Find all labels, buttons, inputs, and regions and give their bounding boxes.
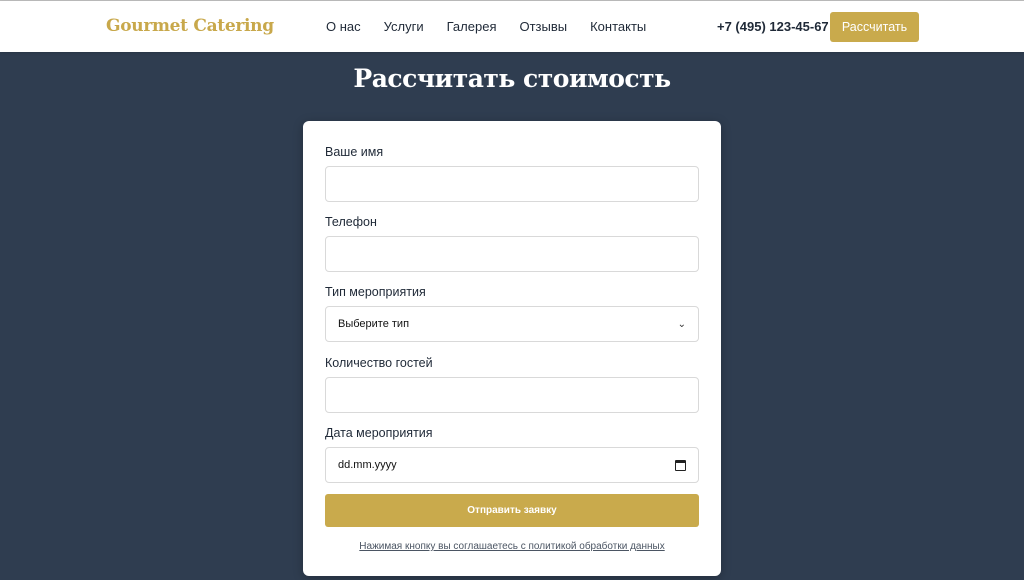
event-type-label: Тип мероприятия bbox=[325, 285, 426, 299]
logo[interactable]: Gourmet Catering bbox=[106, 16, 274, 36]
event-type-select[interactable]: Выберите тип ⌄ bbox=[325, 306, 699, 342]
submit-button[interactable]: Отправить заявку bbox=[325, 494, 699, 527]
guests-label: Количество гостей bbox=[325, 356, 433, 370]
phone-label: Телефон bbox=[325, 215, 377, 229]
page-title: Рассчитать стоимость bbox=[353, 64, 671, 93]
nav-item-contacts[interactable]: Контакты bbox=[590, 19, 646, 34]
nav-item-services[interactable]: Услуги bbox=[384, 19, 424, 34]
phone-link[interactable]: +7 (495) 123-45-67 bbox=[717, 19, 829, 34]
chevron-down-icon: ⌄ bbox=[677, 318, 686, 330]
privacy-policy-link[interactable]: Нажимая кнопку вы соглашаетесь с политик… bbox=[303, 541, 721, 552]
name-label: Ваше имя bbox=[325, 145, 384, 159]
date-placeholder: dd.mm.yyyy bbox=[338, 459, 397, 471]
nav-item-gallery[interactable]: Галерея bbox=[447, 19, 497, 34]
calendar-icon[interactable] bbox=[675, 459, 686, 471]
name-input[interactable] bbox=[325, 166, 699, 202]
date-input[interactable]: dd.mm.yyyy bbox=[325, 447, 699, 483]
nav-item-reviews[interactable]: Отзывы bbox=[519, 19, 567, 34]
nav-item-about[interactable]: О нас bbox=[326, 19, 361, 34]
calculate-button[interactable]: Рассчитать bbox=[830, 12, 919, 42]
phone-input[interactable] bbox=[325, 236, 699, 272]
main-nav: О нас Услуги Галерея Отзывы Контакты bbox=[326, 19, 669, 34]
site-header: Gourmet Catering О нас Услуги Галерея От… bbox=[0, 1, 1024, 52]
calculation-form: Ваше имя Телефон Тип мероприятия Выберит… bbox=[303, 121, 721, 576]
guests-input[interactable] bbox=[325, 377, 699, 413]
event-type-selected: Выберите тип bbox=[338, 318, 410, 330]
date-label: Дата мероприятия bbox=[325, 426, 433, 440]
